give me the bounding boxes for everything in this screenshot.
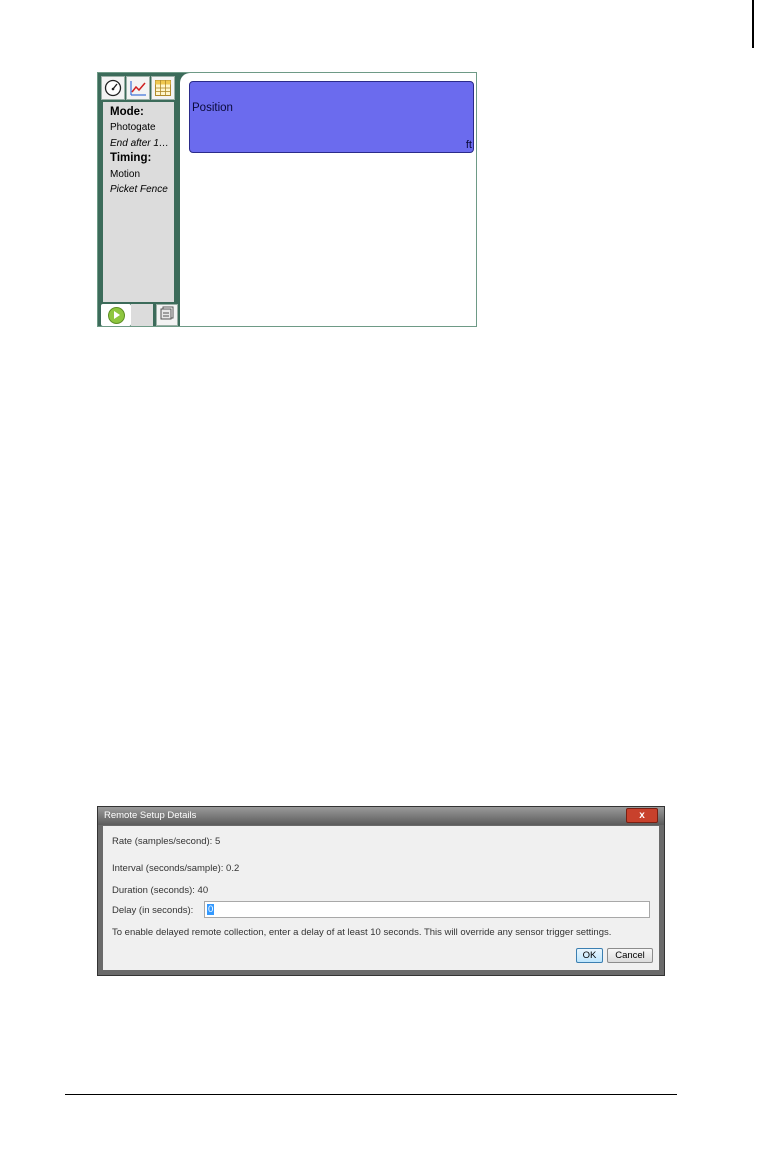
dialog-titlebar: Remote Setup Details x bbox=[98, 807, 664, 825]
view-tabs bbox=[101, 76, 175, 102]
tab-meter[interactable] bbox=[101, 76, 125, 100]
dataquest-app: Mode: Photogate End after 1… Timing: Mot… bbox=[97, 72, 477, 327]
delay-label: Delay (in seconds): bbox=[112, 905, 194, 916]
store-data-icon bbox=[160, 306, 174, 325]
meter-label: Position bbox=[192, 102, 233, 114]
timing-detail[interactable]: Picket Fence bbox=[110, 184, 168, 195]
dialog-title: Remote Setup Details bbox=[104, 810, 197, 821]
toolbar-spacer bbox=[131, 304, 153, 326]
page-edge-marker bbox=[752, 0, 754, 48]
mode-label: Mode: bbox=[110, 106, 144, 118]
meter-icon bbox=[104, 79, 122, 97]
timing-value[interactable]: Motion bbox=[110, 169, 140, 180]
delay-value: 0 bbox=[207, 904, 215, 915]
ok-button[interactable]: OK bbox=[576, 948, 603, 963]
timing-label: Timing: bbox=[110, 152, 152, 164]
graph-icon bbox=[129, 79, 147, 97]
mode-value[interactable]: Photogate bbox=[110, 122, 156, 133]
cancel-button[interactable]: Cancel bbox=[607, 948, 653, 963]
position-meter[interactable]: Position ft bbox=[189, 81, 474, 153]
remote-setup-dialog: Remote Setup Details x Rate (samples/sec… bbox=[97, 806, 665, 976]
tab-table[interactable] bbox=[151, 76, 175, 100]
start-collection-button[interactable] bbox=[101, 304, 131, 326]
setup-sidebar: Mode: Photogate End after 1… Timing: Mot… bbox=[103, 102, 174, 302]
hint-text: To enable delayed remote collection, ent… bbox=[112, 927, 612, 938]
play-icon bbox=[107, 306, 125, 324]
table-icon bbox=[154, 79, 172, 97]
delay-input[interactable]: 0 bbox=[204, 901, 650, 918]
meter-unit: ft bbox=[465, 139, 472, 151]
rate-text: Rate (samples/second): 5 bbox=[112, 836, 221, 847]
tab-graph[interactable] bbox=[126, 76, 150, 100]
mode-detail[interactable]: End after 1… bbox=[110, 138, 169, 149]
close-button[interactable]: x bbox=[626, 808, 658, 823]
store-data-button[interactable] bbox=[156, 304, 178, 326]
duration-text: Duration (seconds): 40 bbox=[112, 885, 209, 896]
footer-rule bbox=[65, 1094, 677, 1095]
dialog-body: Rate (samples/second): 5 Interval (secon… bbox=[103, 826, 659, 970]
close-icon: x bbox=[639, 810, 645, 821]
interval-text: Interval (seconds/sample): 0.2 bbox=[112, 863, 240, 874]
